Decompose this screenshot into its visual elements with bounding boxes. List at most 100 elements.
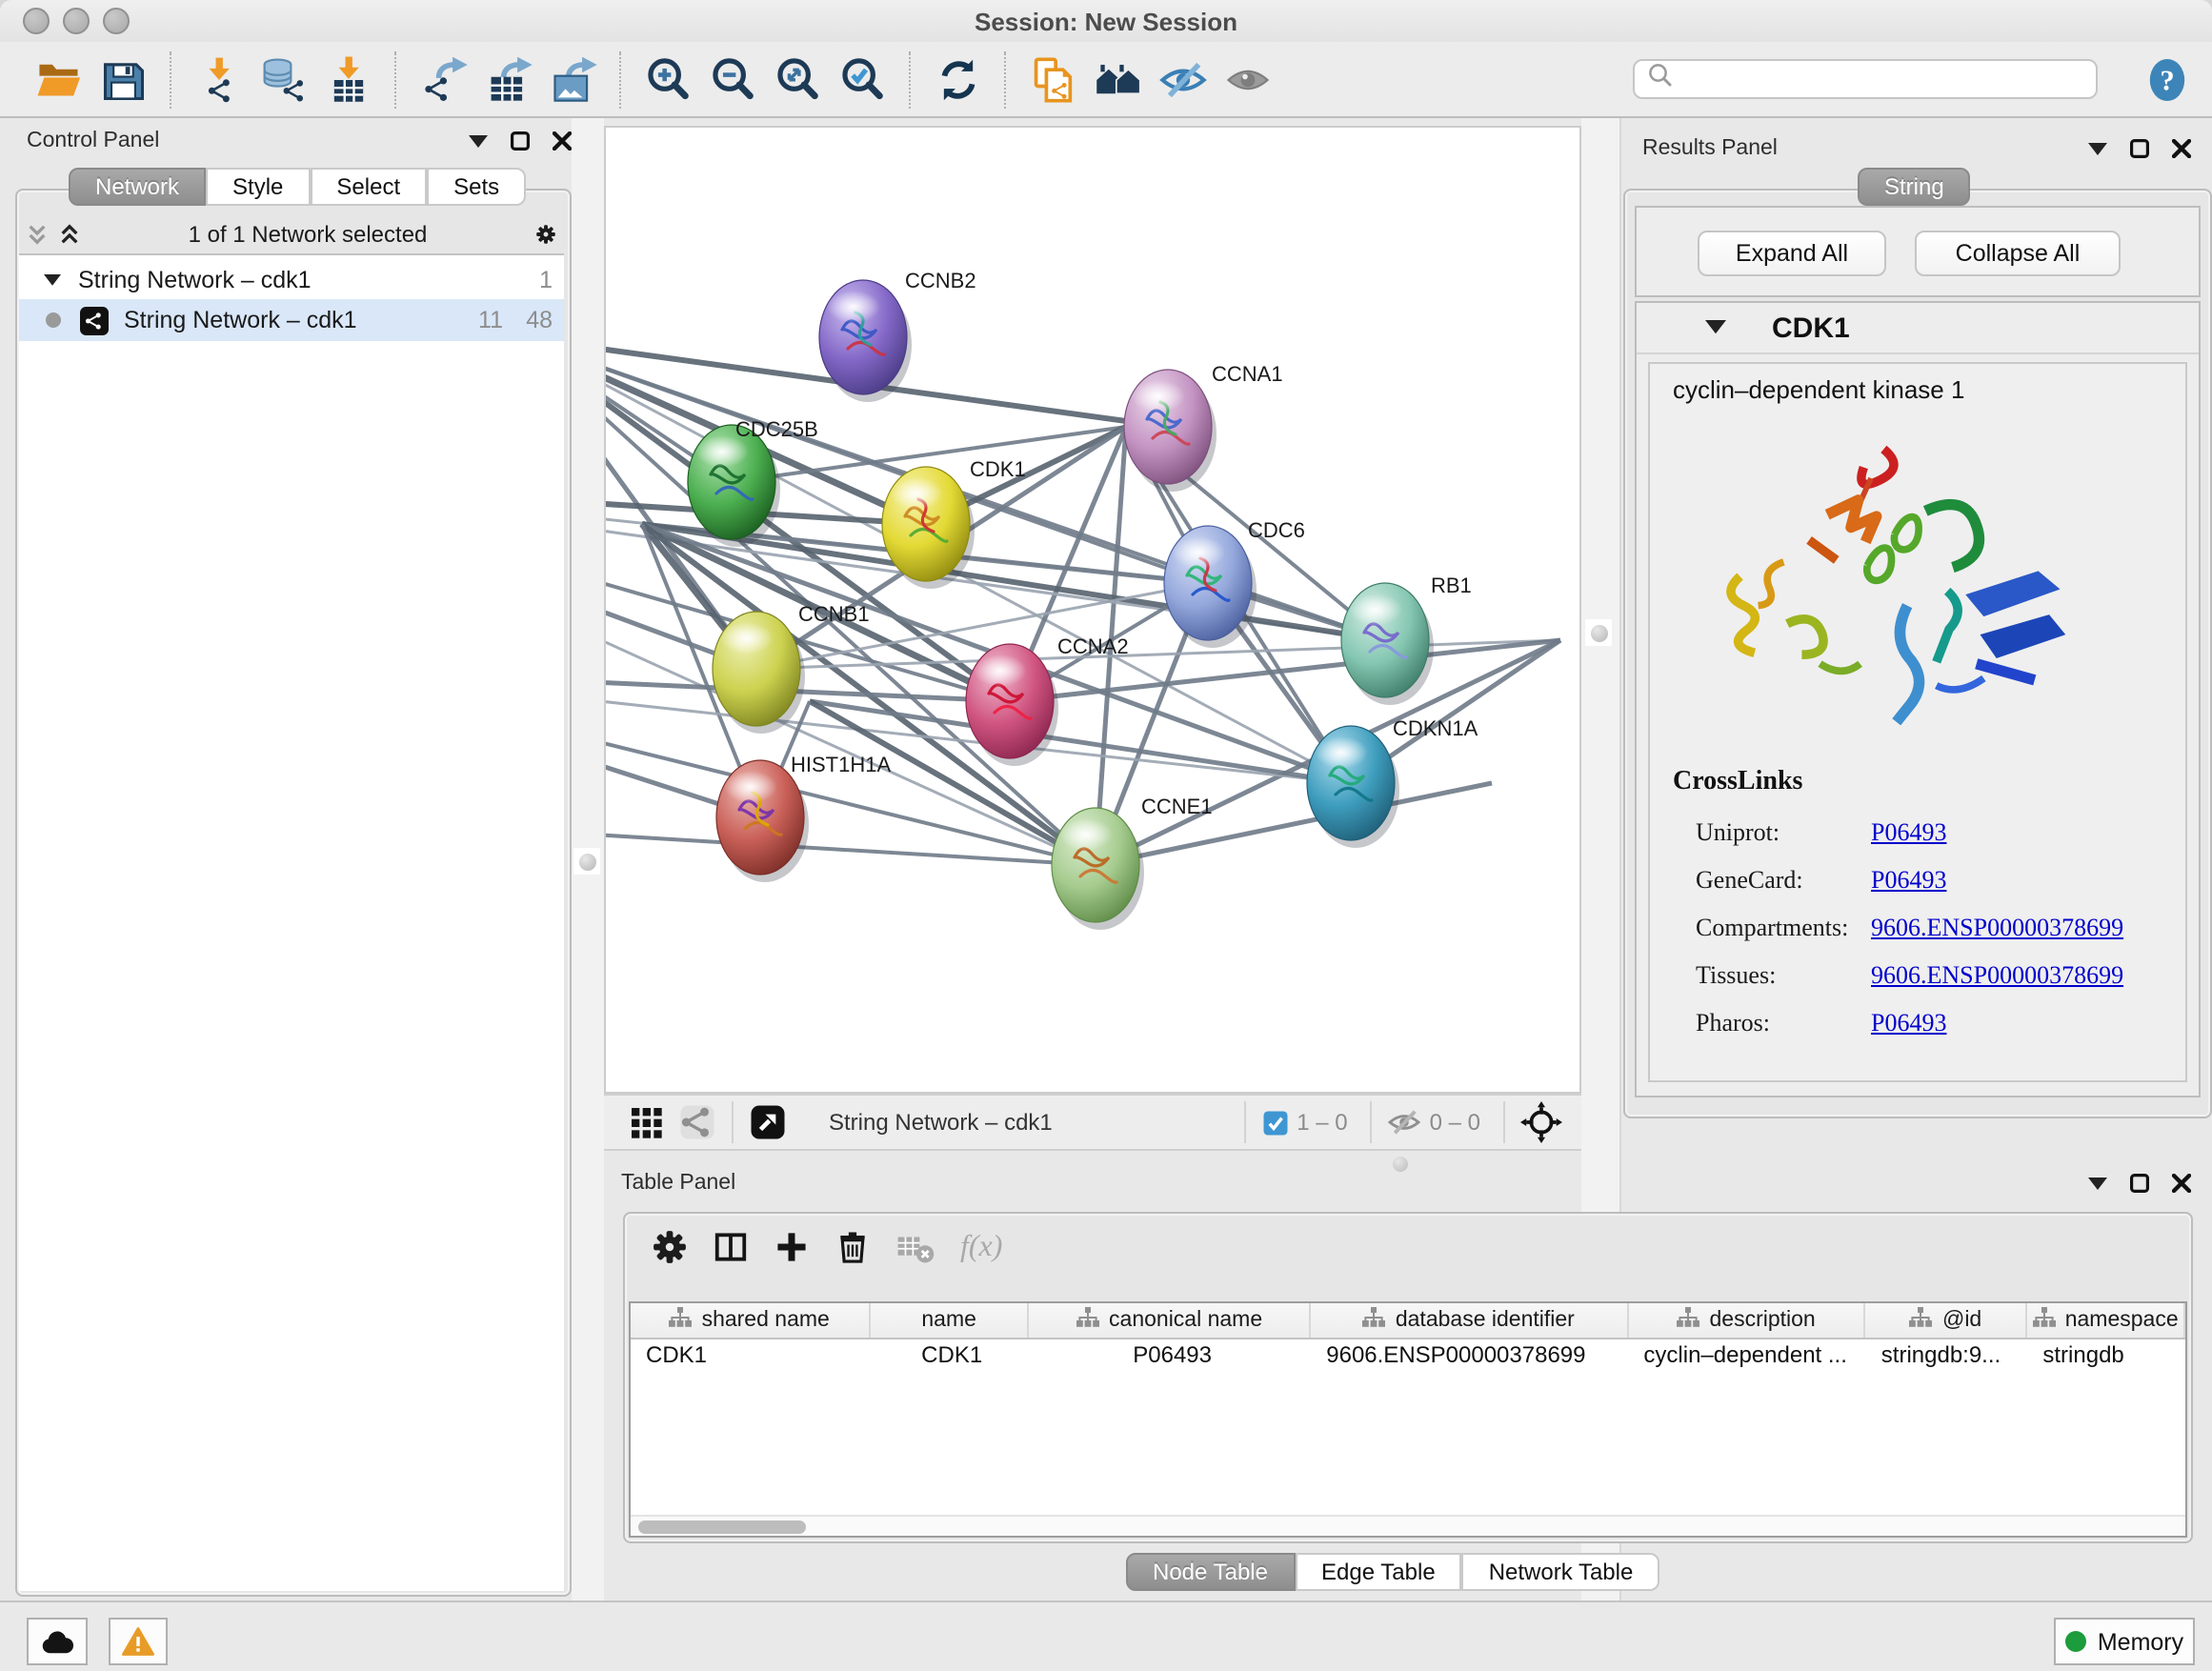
table-row[interactable]: CDK1CDK1P064939606.ENSP00000378699cyclin… bbox=[631, 1339, 2185, 1372]
crosslink-row: Pharos: P06493 bbox=[1696, 1008, 2123, 1038]
column-header-namespace[interactable]: namespace bbox=[2027, 1303, 2185, 1338]
network-collection-row[interactable]: String Network – cdk1 1 bbox=[19, 261, 564, 299]
tab-edge-table[interactable]: Edge Table bbox=[1295, 1553, 1462, 1591]
section-collapse-icon[interactable] bbox=[1705, 317, 1726, 338]
table-tabs: Node TableEdge TableNetwork Table bbox=[1126, 1553, 1659, 1591]
help-button[interactable]: ? bbox=[2145, 55, 2189, 105]
memory-label: Memory bbox=[2098, 1628, 2183, 1655]
grid-view-icon[interactable] bbox=[627, 1103, 665, 1141]
network-node-CCNB1[interactable]: CCNB1 bbox=[713, 602, 870, 734]
float-panel-icon[interactable] bbox=[2128, 1173, 2149, 1194]
first-neighbors-icon[interactable] bbox=[1086, 47, 1151, 111]
save-session-icon[interactable] bbox=[91, 47, 156, 111]
network-node-RB1[interactable]: RB1 bbox=[1341, 574, 1472, 705]
app-window: Session: New Session ? Control Panel bbox=[0, 0, 2212, 1671]
collapse-all-button[interactable]: Collapse All bbox=[1915, 231, 2121, 276]
collapse-panel-icon[interactable] bbox=[2086, 1173, 2107, 1194]
table-options-gear-icon[interactable] bbox=[652, 1229, 688, 1265]
node-label-RB1: RB1 bbox=[1431, 574, 1472, 597]
memory-button[interactable]: Memory bbox=[2054, 1618, 2195, 1665]
network-node-HIST1H1A[interactable]: HIST1H1A bbox=[716, 753, 891, 882]
network-overview-icon[interactable] bbox=[678, 1103, 716, 1141]
warnings-button[interactable] bbox=[109, 1618, 168, 1665]
close-panel-icon[interactable] bbox=[551, 131, 572, 151]
crosslink-value-link[interactable]: 9606.ENSP00000378699 bbox=[1871, 960, 2123, 991]
crosslink-value-link[interactable]: 9606.ENSP00000378699 bbox=[1871, 913, 2123, 943]
float-panel-icon[interactable] bbox=[509, 131, 530, 151]
horizontal-scrollbar[interactable] bbox=[631, 1515, 2185, 1536]
column-header-description[interactable]: description bbox=[1628, 1303, 1865, 1338]
import-network-file-icon[interactable] bbox=[187, 47, 251, 111]
right-splitter-handle[interactable] bbox=[1585, 619, 1612, 646]
column-header-database-identifier[interactable]: database identifier bbox=[1311, 1303, 1628, 1338]
selected-checkbox-icon[interactable] bbox=[1260, 1108, 1289, 1137]
open-file-icon[interactable] bbox=[27, 47, 91, 111]
toolbar-separator bbox=[909, 50, 913, 108]
network-node-CCNB2[interactable]: CCNB2 bbox=[819, 269, 976, 402]
add-column-icon[interactable] bbox=[774, 1229, 810, 1265]
close-panel-icon[interactable] bbox=[2170, 1173, 2191, 1194]
tab-node-table[interactable]: Node Table bbox=[1126, 1553, 1295, 1591]
export-table-icon[interactable] bbox=[476, 47, 541, 111]
network-options-gear-icon[interactable] bbox=[535, 223, 556, 244]
network-node-CCNA1[interactable]: CCNA1 bbox=[1124, 362, 1283, 492]
network-node-CCNE1[interactable]: CCNE1 bbox=[1052, 795, 1213, 930]
network-row[interactable]: String Network – cdk1 11 48 bbox=[19, 299, 564, 341]
tab-network[interactable]: Network bbox=[69, 168, 206, 206]
import-network-database-icon[interactable] bbox=[251, 47, 316, 111]
horizontal-scrollbar-thumb[interactable] bbox=[638, 1520, 806, 1533]
table-cell: cyclin–dependent ... bbox=[1628, 1339, 1865, 1372]
column-header-name[interactable]: name bbox=[870, 1303, 1030, 1338]
column-header--id[interactable]: @id bbox=[1866, 1303, 2028, 1338]
network-canvas[interactable]: CCNB2CCNA1CDC25BCDK1CDC6RB1CCNB1CCNA2CDK… bbox=[604, 126, 1581, 1094]
tab-network-table[interactable]: Network Table bbox=[1462, 1553, 1660, 1591]
zoom-out-icon[interactable] bbox=[701, 47, 766, 111]
new-network-from-selection-icon[interactable] bbox=[1021, 47, 1086, 111]
collapse-panel-icon[interactable] bbox=[2086, 138, 2107, 159]
refresh-icon[interactable] bbox=[926, 47, 991, 111]
show-columns-icon[interactable] bbox=[713, 1229, 749, 1265]
column-header-shared-name[interactable]: shared name bbox=[631, 1303, 870, 1338]
float-panel-icon[interactable] bbox=[2128, 138, 2149, 159]
collapse-panel-icon[interactable] bbox=[467, 131, 488, 151]
network-node-CDKN1A[interactable]: CDKN1A bbox=[1307, 716, 1478, 848]
network-node-CDK1[interactable]: CDK1 bbox=[882, 457, 1026, 589]
expand-all-networks-icon[interactable] bbox=[59, 223, 80, 244]
zoom-selected-icon[interactable] bbox=[831, 47, 895, 111]
hide-selected-icon[interactable] bbox=[1151, 47, 1216, 111]
collapse-all-networks-icon[interactable] bbox=[27, 223, 48, 244]
tab-sets[interactable]: Sets bbox=[427, 168, 526, 206]
crosslink-value-link[interactable]: P06493 bbox=[1871, 1008, 1946, 1038]
expand-all-button[interactable]: Expand All bbox=[1698, 231, 1886, 276]
import-table-icon[interactable] bbox=[316, 47, 381, 111]
export-network-icon[interactable] bbox=[412, 47, 476, 111]
cloud-status-button[interactable] bbox=[27, 1618, 88, 1665]
show-all-icon[interactable] bbox=[1216, 47, 1280, 111]
network-collection-label: String Network – cdk1 bbox=[78, 267, 312, 293]
table-header-row[interactable]: shared namenamecanonical namedatabase id… bbox=[631, 1303, 2185, 1339]
left-splitter-handle[interactable] bbox=[573, 848, 600, 875]
node-count: 11 bbox=[478, 307, 503, 333]
export-image-icon[interactable] bbox=[541, 47, 606, 111]
gene-description: cyclin–dependent kinase 1 bbox=[1650, 364, 2185, 404]
search-box[interactable] bbox=[1633, 59, 2098, 99]
network-node-CDC6[interactable]: CDC6 bbox=[1164, 518, 1305, 648]
delete-column-icon[interactable] bbox=[835, 1229, 871, 1265]
title-bar: Session: New Session bbox=[0, 0, 2212, 42]
search-input[interactable] bbox=[1675, 64, 2063, 94]
node-label-CDK1: CDK1 bbox=[970, 457, 1026, 481]
tab-style[interactable]: Style bbox=[206, 168, 310, 206]
column-header-canonical-name[interactable]: canonical name bbox=[1030, 1303, 1311, 1338]
zoom-fit-icon[interactable] bbox=[766, 47, 831, 111]
tree-expand-icon[interactable] bbox=[42, 270, 63, 291]
close-panel-icon[interactable] bbox=[2170, 138, 2191, 159]
zoom-in-icon[interactable] bbox=[636, 47, 701, 111]
crosslink-row: Uniprot: P06493 bbox=[1696, 817, 2123, 848]
birdseye-view-icon[interactable] bbox=[749, 1103, 787, 1141]
network-node-CDC25B[interactable]: CDC25B bbox=[688, 417, 818, 547]
tab-select[interactable]: Select bbox=[310, 168, 427, 206]
crosslink-value-link[interactable]: P06493 bbox=[1871, 865, 1946, 896]
fit-selected-crosshair-icon[interactable] bbox=[1520, 1101, 1562, 1143]
crosslink-value-link[interactable]: P06493 bbox=[1871, 817, 1946, 848]
tab-string[interactable]: String bbox=[1858, 168, 1971, 206]
